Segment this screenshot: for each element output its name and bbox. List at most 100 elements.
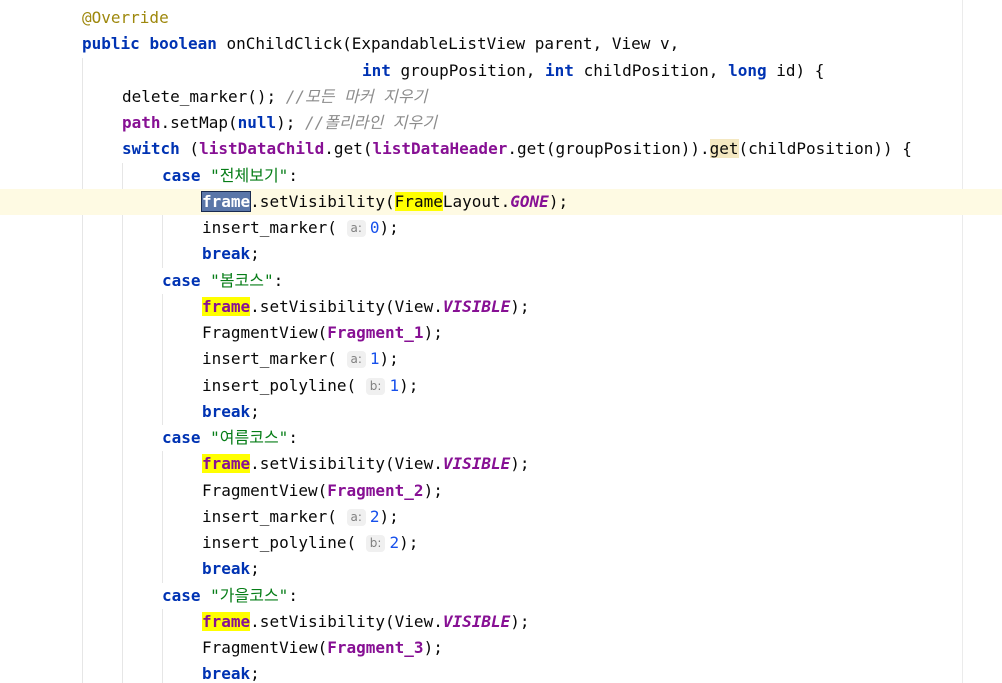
code-line[interactable]: insert_marker( a: 0);	[0, 215, 1002, 241]
code-token: onChildClick(ExpandableListView parent, …	[216, 34, 680, 54]
code-line[interactable]: frame.setVisibility(FrameLayout.GONE);	[0, 188, 1002, 215]
keyword-token: long	[728, 60, 767, 80]
code-token: :	[273, 270, 284, 290]
field-token: Fragment_3	[327, 638, 424, 657]
code-token: Layout.	[442, 191, 511, 211]
code-token: .setVisibility(View.	[250, 296, 443, 316]
code-line[interactable]: break;	[0, 399, 1002, 425]
code-text: delete_marker(); //모든 마커 지우기	[122, 84, 427, 110]
code-line[interactable]: public boolean onChildClick(ExpandableLi…	[0, 31, 1002, 57]
code-token: );	[510, 296, 530, 316]
code-text: FragmentView(Fragment_2);	[202, 478, 443, 504]
code-line[interactable]: case "가을코스":	[0, 583, 1002, 609]
code-line[interactable]: int groupPosition, int childPosition, lo…	[0, 58, 1002, 84]
code-token: .get(groupPosition)).	[507, 139, 710, 159]
code-token: ;	[250, 244, 260, 264]
code-token: ;	[250, 559, 260, 579]
code-token: );	[399, 533, 419, 552]
code-line[interactable]: insert_marker( a: 1);	[0, 346, 1002, 372]
code-token: ;	[250, 401, 260, 421]
annotation-token: @Override	[82, 8, 169, 27]
parameter-hint: a:	[346, 508, 366, 526]
string-token: "가을코스"	[210, 585, 289, 605]
keyword-token: int	[362, 60, 391, 80]
code-editor[interactable]: @Override public boolean onChildClick(Exp…	[0, 0, 1002, 683]
code-text: insert_marker( a: 2);	[202, 504, 399, 530]
code-line[interactable]: frame.setVisibility(View.VISIBLE);	[0, 294, 1002, 320]
parameter-hint: a:	[346, 351, 366, 369]
code-line[interactable]: frame.setVisibility(View.VISIBLE);	[0, 609, 1002, 635]
field-token: listDataChild	[199, 139, 325, 159]
field-token: Fragment_2	[327, 480, 424, 500]
code-token: ;	[250, 664, 260, 683]
code-line[interactable]: insert_marker( a: 2);	[0, 504, 1002, 530]
code-token: insert_marker(	[202, 506, 347, 526]
code-text: insert_marker( a: 1);	[202, 346, 399, 372]
code-text: insert_marker( a: 0);	[202, 215, 399, 241]
code-text: frame.setVisibility(View.VISIBLE);	[202, 451, 530, 477]
brace-match-token: get	[709, 139, 739, 159]
parameter-hint: b:	[365, 535, 386, 552]
code-token: insert_polyline(	[202, 533, 366, 552]
comment-token: //폴리라인 지우기	[305, 113, 437, 132]
code-text: case "여름코스":	[162, 425, 298, 451]
code-line[interactable]: frame.setVisibility(View.VISIBLE);	[0, 451, 1002, 477]
code-token: );	[423, 480, 443, 500]
code-text: break;	[202, 399, 260, 425]
code-token: FragmentView(	[202, 323, 328, 342]
code-token: FragmentView(	[202, 480, 328, 500]
number-token: 2	[369, 506, 380, 526]
search-match-token: frame	[200, 190, 252, 212]
code-text: frame.setVisibility(FrameLayout.GONE);	[200, 189, 568, 215]
keyword-token: public	[82, 34, 140, 54]
code-line[interactable]: FragmentView(Fragment_3);	[0, 635, 1002, 661]
code-line[interactable]: @Override	[0, 5, 1002, 31]
code-token: );	[276, 113, 306, 132]
code-token: );	[379, 218, 399, 237]
code-token: );	[423, 323, 443, 342]
field-token: VISIBLE	[442, 611, 511, 631]
code-token: );	[379, 506, 399, 526]
code-token: );	[399, 375, 419, 395]
code-token: .setVisibility(	[250, 191, 395, 211]
code-token: (	[179, 139, 200, 159]
code-line[interactable]: FragmentView(Fragment_1);	[0, 320, 1002, 346]
keyword-token: break	[202, 664, 251, 683]
code-token: );	[510, 454, 530, 474]
parameter-hint: b:	[365, 377, 386, 395]
keyword-token: case	[162, 585, 201, 605]
code-token: (childPosition)) {	[738, 139, 912, 159]
code-line[interactable]: break;	[0, 661, 1002, 683]
code-token: );	[510, 611, 530, 631]
code-token: .setVisibility(View.	[250, 611, 443, 631]
code-line[interactable]: break;	[0, 556, 1002, 582]
keyword-token: break	[202, 401, 251, 421]
code-line[interactable]: case "봄코스":	[0, 268, 1002, 294]
code-line[interactable]: delete_marker(); //모든 마커 지우기	[0, 84, 1002, 110]
code-line[interactable]: FragmentView(Fragment_2);	[0, 478, 1002, 504]
code-text: insert_polyline( b: 2);	[202, 530, 418, 556]
code-line[interactable]: insert_polyline( b: 2);	[0, 530, 1002, 556]
code-text: FragmentView(Fragment_1);	[202, 320, 443, 346]
code-text: public boolean onChildClick(ExpandableLi…	[82, 31, 679, 57]
number-token: 0	[369, 218, 380, 237]
code-token: );	[423, 638, 443, 657]
code-text: case "가을코스":	[162, 583, 298, 609]
keyword-token: switch	[122, 139, 180, 159]
code-line[interactable]: switch (listDataChild.get(listDataHeader…	[0, 136, 1002, 162]
code-line[interactable]: case "전체보기":	[0, 163, 1002, 189]
code-line[interactable]: case "여름코스":	[0, 425, 1002, 451]
code-text: @Override	[82, 5, 169, 31]
number-token: 2	[389, 533, 400, 552]
code-line[interactable]: insert_polyline( b: 1);	[0, 373, 1002, 399]
code-token: insert_polyline(	[202, 375, 366, 395]
search-match-token: Frame	[394, 191, 443, 211]
code-token: insert_marker(	[202, 218, 347, 237]
code-token: :	[288, 165, 298, 185]
code-line[interactable]: path.setMap(null); //폴리라인 지우기	[0, 110, 1002, 136]
field-token: Fragment_1	[327, 323, 424, 342]
keyword-token: case	[162, 270, 201, 290]
code-line[interactable]: break;	[0, 241, 1002, 267]
